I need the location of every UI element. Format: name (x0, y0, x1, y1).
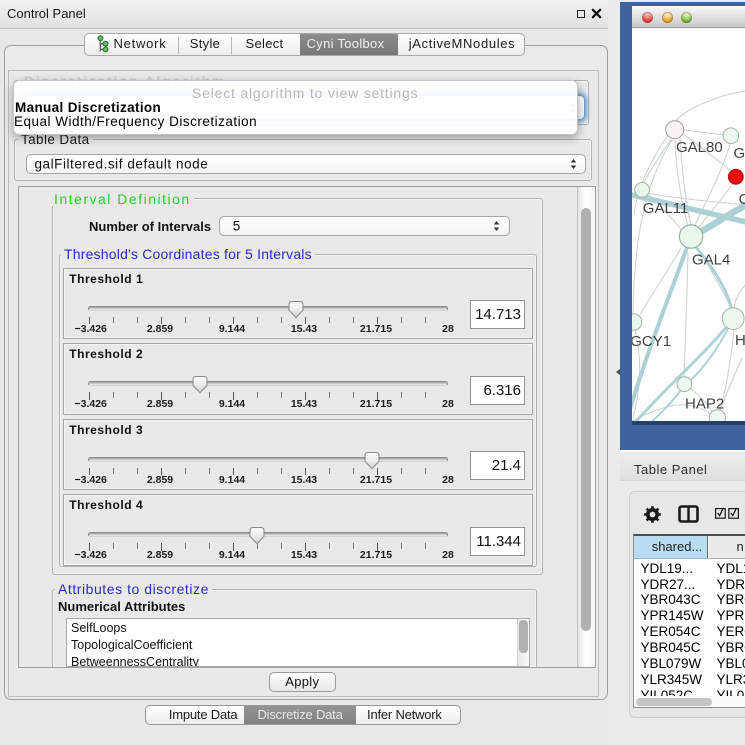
svg-text:GAL11: GAL11 (643, 200, 689, 217)
svg-text:H: H (735, 332, 745, 349)
svg-text:GAL4: GAL4 (692, 251, 730, 268)
svg-text:C: C (739, 191, 745, 208)
svg-text:GCY1: GCY1 (632, 333, 671, 350)
svg-text:HAP2: HAP2 (685, 396, 724, 413)
svg-text:GAL80: GAL80 (676, 139, 723, 156)
svg-text:GA: GA (734, 145, 745, 162)
